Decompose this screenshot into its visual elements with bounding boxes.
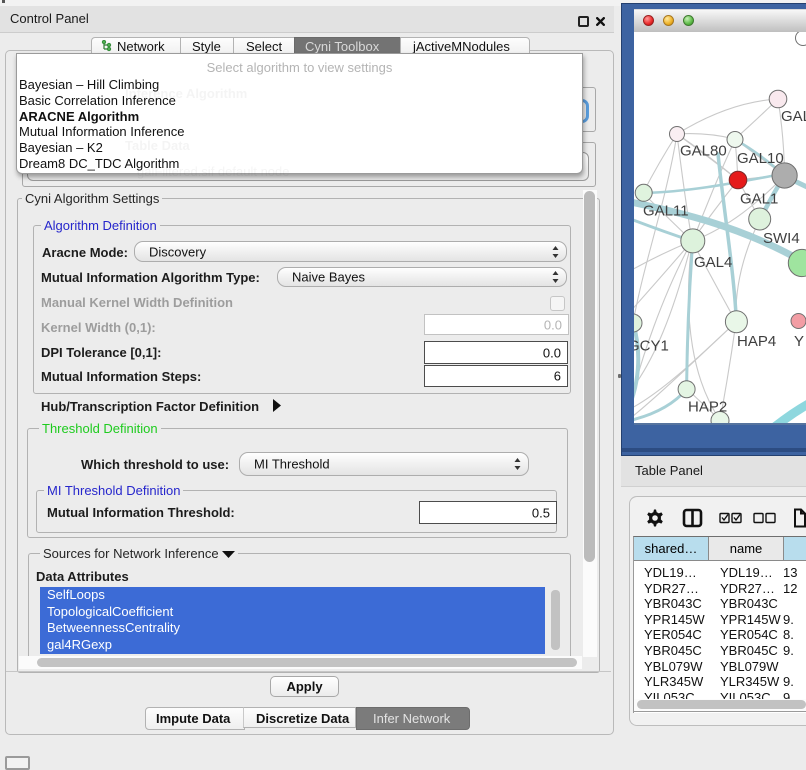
svg-text:GAL10: GAL10 (737, 150, 784, 167)
svg-text:SWI4: SWI4 (763, 230, 800, 247)
svg-text:GAL1: GAL1 (740, 191, 778, 208)
svg-text:HAP4: HAP4 (737, 333, 776, 350)
svg-text:Y: Y (794, 333, 804, 350)
svg-text:GAL80: GAL80 (680, 143, 727, 160)
svg-text:GAL7: GAL7 (781, 108, 806, 125)
svg-text:GAL4: GAL4 (694, 254, 732, 271)
svg-text:HAP2: HAP2 (688, 399, 727, 416)
svg-text:GAL11: GAL11 (643, 203, 689, 220)
svg-text:GCY1: GCY1 (634, 338, 669, 355)
